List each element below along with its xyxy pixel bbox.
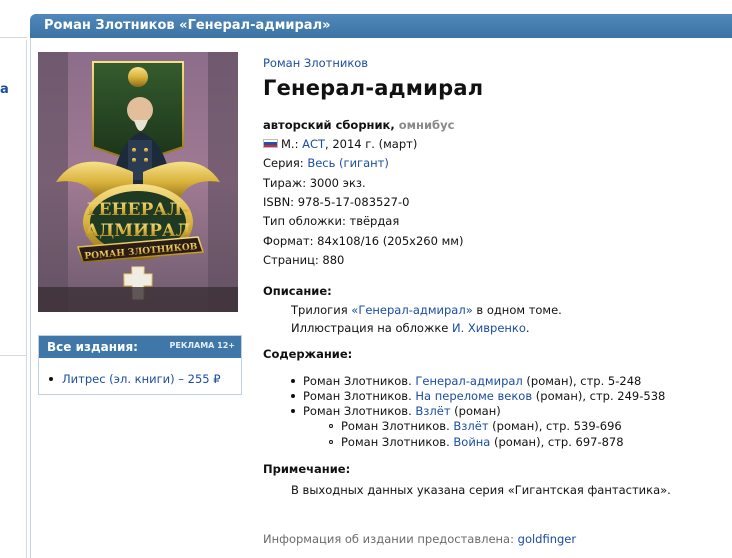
left-link-fragment[interactable]: а xyxy=(0,82,9,97)
divider xyxy=(0,37,27,38)
description-text: в одном томе. xyxy=(472,303,562,317)
series-line: Серия: Весь (гигант) xyxy=(263,156,389,170)
russia-flag-icon xyxy=(263,139,278,148)
contents-subitem: Роман Злотников. Война (роман), стр. 697… xyxy=(329,435,624,449)
description-text: Трилогия xyxy=(291,303,352,317)
trilogy-link[interactable]: «Генерал-адмирал» xyxy=(351,303,472,317)
work-info: (роман), стр. 249-538 xyxy=(532,389,666,403)
contents-heading: Содержание: xyxy=(263,347,353,361)
divider xyxy=(0,355,27,356)
work-info: (роман), стр. 697-878 xyxy=(490,435,624,449)
edition-item: Литрес (эл. книги) – 255 ₽ xyxy=(49,372,221,386)
all-editions-header: Все издания: РЕКЛАМА 12+ xyxy=(39,336,241,358)
work-link[interactable]: На переломе веков xyxy=(415,389,532,403)
book-type-sub: омнибус xyxy=(398,118,455,132)
work-author: Роман Злотников. xyxy=(303,389,416,403)
book-type-main: авторский сборник, xyxy=(263,118,395,132)
publisher-prefix: М.: xyxy=(281,137,299,151)
work-author: Роман Злотников. xyxy=(341,435,454,449)
description-text: Иллюстрация на обложке xyxy=(291,321,452,335)
left-page-fragment: а xyxy=(0,0,27,558)
work-info: (роман), стр. 539-696 xyxy=(488,419,622,433)
circle-bullet-icon xyxy=(329,439,333,444)
print-run: Тираж: 3000 экз. xyxy=(263,176,366,190)
work-info: (роман), стр. 5-248 xyxy=(522,374,642,388)
author-link[interactable]: Роман Злотников xyxy=(263,56,368,70)
page-header: Роман Злотников «Генерал-адмирал» xyxy=(30,14,732,38)
divider xyxy=(26,40,27,558)
illustrator-link[interactable]: И. Хивренко xyxy=(452,321,526,335)
description-line-1: Трилогия «Генерал-адмирал» в одном томе. xyxy=(291,303,562,317)
contents-subitem: Роман Злотников. Взлёт (роман), стр. 539… xyxy=(329,419,622,433)
publisher-suffix: , 2014 г. (март) xyxy=(325,137,418,151)
series-label: Серия: xyxy=(263,156,304,170)
note-text: В выходных данных указана серия «Гигантс… xyxy=(291,483,671,497)
work-link[interactable]: Война xyxy=(453,435,490,449)
format: Формат: 84x108/16 (205x260 мм) xyxy=(263,234,464,248)
book-cover-image[interactable]: ГЕНЕРАЛ- АДМИРАЛ РОМАН ЗЛОТНИКОВ xyxy=(38,52,238,312)
footer-text: Информация об издании предоставлена: xyxy=(263,532,518,546)
footer-credit: Информация об издании предоставлена: gol… xyxy=(263,532,576,546)
ad-label: РЕКЛАМА 12+ xyxy=(169,341,235,350)
book-title: Генерал-адмирал xyxy=(263,76,484,100)
bullet-icon xyxy=(291,393,295,398)
all-editions-box: Все издания: РЕКЛАМА 12+ Литрес (эл. кни… xyxy=(38,335,242,395)
contents-item: Роман Злотников. Взлёт (роман) xyxy=(291,404,501,418)
contents-item: Роман Злотников. На переломе веков (рома… xyxy=(291,389,665,403)
work-link[interactable]: Генерал-адмирал xyxy=(415,374,522,388)
work-link[interactable]: Взлёт xyxy=(415,404,450,418)
work-author: Роман Злотников. xyxy=(303,374,416,388)
book-type: авторский сборник, омнибус xyxy=(263,118,454,132)
work-author: Роман Злотников. xyxy=(303,404,416,418)
description-heading: Описание: xyxy=(263,284,332,298)
all-editions-title: Все издания: xyxy=(47,340,138,354)
series-link[interactable]: Весь (гигант) xyxy=(307,156,389,170)
work-info: (роман) xyxy=(450,404,501,418)
work-author: Роман Злотников. xyxy=(341,419,454,433)
contributor-link[interactable]: goldfinger xyxy=(518,532,576,546)
description-text: . xyxy=(525,321,530,335)
binding-type: Тип обложки: твёрдая xyxy=(263,214,400,228)
page-title: Роман Злотников «Генерал-адмирал» xyxy=(44,18,331,33)
contents-item: Роман Злотников. Генерал-адмирал (роман)… xyxy=(291,374,641,388)
content-frame-border xyxy=(30,38,31,558)
work-link[interactable]: Взлёт xyxy=(453,419,488,433)
circle-bullet-icon xyxy=(329,423,333,428)
cover-title-line2: АДМИРАЛ xyxy=(85,221,191,241)
isbn: ISBN: 978-5-17-083527-0 xyxy=(263,195,410,209)
cover-title-line1: ГЕНЕРАЛ- xyxy=(87,200,189,220)
publisher-link[interactable]: АСТ xyxy=(302,137,325,151)
description-line-2: Иллюстрация на обложке И. Хивренко. xyxy=(291,321,530,335)
page-count: Страниц: 880 xyxy=(263,253,345,267)
edition-link-litres[interactable]: Литрес (эл. книги) – 255 ₽ xyxy=(62,372,221,386)
bullet-icon xyxy=(291,408,295,413)
publisher-line: М.: АСТ, 2014 г. (март) xyxy=(263,137,417,151)
note-heading: Примечание: xyxy=(263,462,351,476)
bullet-icon xyxy=(49,376,53,381)
bullet-icon xyxy=(291,378,295,383)
